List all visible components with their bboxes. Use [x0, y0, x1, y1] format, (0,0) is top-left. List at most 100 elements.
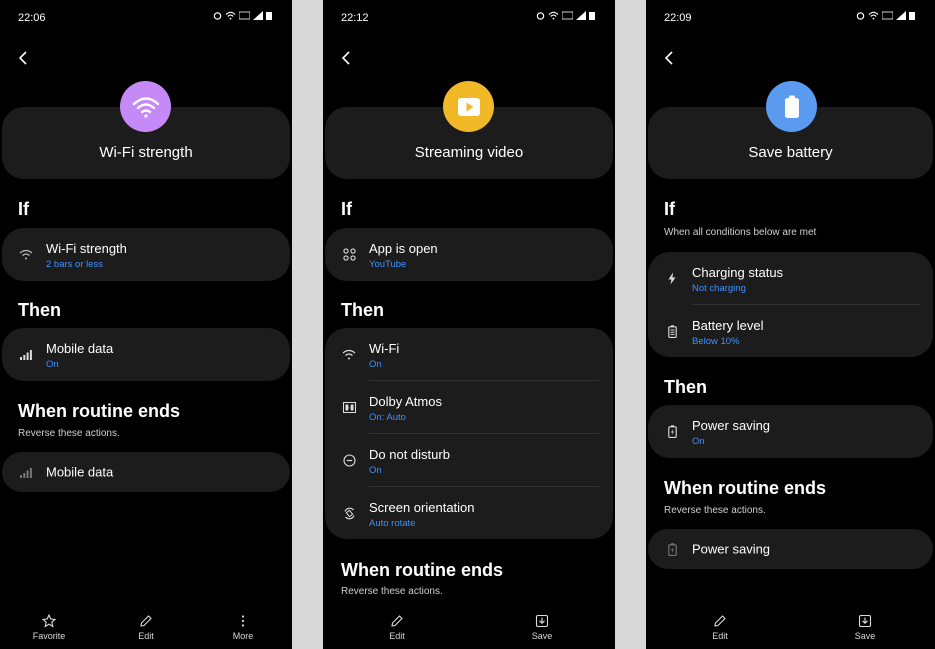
condition-label: App is open [369, 241, 438, 256]
if-card: App is open YouTube [325, 228, 613, 281]
then-card: Wi-Fi On Dolby Atmos On: Auto Do not dis… [325, 328, 613, 539]
then-card: Mobile data On [2, 328, 290, 381]
pencil-icon [714, 615, 726, 627]
action-screen-orientation[interactable]: Screen orientation Auto rotate [325, 487, 613, 540]
more-vert-icon [241, 615, 245, 627]
action-label: Do not disturb [369, 447, 450, 462]
routine-hero-icon [766, 81, 817, 132]
condition-value: YouTube [369, 259, 407, 270]
battery-icon [664, 324, 680, 340]
signal-status-icon [253, 11, 263, 20]
ends-heading: When routine ends [664, 478, 826, 498]
battery-saver-icon [664, 424, 680, 440]
edit-button[interactable]: Edit [116, 614, 176, 641]
volte-icon [882, 11, 893, 20]
volte-icon [239, 11, 250, 20]
rotate-icon [341, 506, 357, 522]
back-arrow-icon[interactable] [337, 48, 357, 68]
action-dolby-atmos[interactable]: Dolby Atmos On: Auto [325, 381, 613, 434]
if-heading: If [341, 199, 352, 219]
status-bar: 22:09 [646, 0, 935, 34]
edit-button[interactable]: Edit [367, 614, 427, 641]
wifi-icon [341, 347, 357, 363]
save-button[interactable]: Save [835, 614, 895, 641]
alarm-icon [536, 12, 545, 20]
then-heading: Then [341, 300, 384, 320]
wifi-weak-icon [18, 247, 34, 263]
save-label: Save [854, 631, 876, 641]
wifi-status-icon [225, 11, 236, 20]
battery-saver-icon [664, 541, 680, 557]
bottom-nav: Edit Save [323, 607, 615, 649]
save-label: Save [531, 631, 553, 641]
reverse-label: Power saving [692, 541, 771, 557]
back-arrow-icon[interactable] [14, 48, 34, 68]
reverse-power-saving[interactable]: Power saving [648, 529, 933, 569]
condition-wifi-strength[interactable]: Wi-Fi strength 2 bars or less [2, 228, 290, 281]
phone-save-battery: 22:09 Save battery If When all condition… [646, 0, 935, 649]
reverse-label: Mobile data [46, 464, 114, 480]
condition-label: Battery level [692, 318, 764, 333]
signal-icon [18, 347, 34, 363]
action-do-not-disturb[interactable]: Do not disturb On [325, 434, 613, 487]
action-mobile-data[interactable]: Mobile data On [2, 328, 290, 381]
routine-title: Wi-Fi strength [99, 144, 193, 161]
status-icons [856, 11, 915, 20]
if-subtitle: When all conditions below are met [664, 227, 817, 238]
routine-title: Save battery [748, 144, 833, 161]
routine-title: Streaming video [414, 144, 524, 161]
favorite-label: Favorite [32, 631, 66, 641]
condition-label: Charging status [692, 265, 784, 280]
back-arrow-icon[interactable] [660, 48, 680, 68]
condition-value: Not charging [692, 283, 746, 294]
action-value: On [369, 359, 382, 370]
favorite-button[interactable]: Favorite [19, 614, 79, 641]
if-card: Wi-Fi strength 2 bars or less [2, 228, 290, 281]
status-time: 22:12 [341, 12, 369, 24]
pencil-icon [140, 615, 152, 627]
ends-heading: When routine ends [18, 401, 180, 421]
status-time: 22:09 [664, 12, 692, 24]
condition-charging-status[interactable]: Charging status Not charging [648, 252, 933, 305]
save-icon [858, 614, 872, 628]
signal-icon [18, 464, 34, 480]
action-wifi[interactable]: Wi-Fi On [325, 328, 613, 381]
star-icon [42, 614, 56, 628]
condition-battery-level[interactable]: Battery level Below 10% [648, 305, 933, 358]
edit-button[interactable]: Edit [690, 614, 750, 641]
condition-value: Below 10% [692, 336, 740, 347]
alarm-icon [213, 12, 222, 20]
routine-hero-icon [443, 81, 494, 132]
action-power-saving[interactable]: Power saving On [648, 405, 933, 458]
edit-label: Edit [389, 631, 405, 641]
ends-subtitle: Reverse these actions. [341, 586, 443, 597]
alarm-icon [856, 12, 865, 20]
if-card: Charging status Not charging Battery lev… [648, 252, 933, 357]
action-value: On: Auto [369, 412, 406, 423]
wifi-status-icon [548, 11, 559, 20]
battery-icon [784, 95, 799, 118]
status-icons [213, 11, 272, 20]
ends-card: Power saving [648, 529, 933, 569]
more-button[interactable]: More [213, 614, 273, 641]
battery-status-icon [909, 12, 915, 20]
condition-label: Wi-Fi strength [46, 241, 127, 256]
bottom-nav: Edit Save [646, 607, 935, 649]
ends-heading: When routine ends [341, 560, 503, 580]
dnd-icon [341, 453, 357, 469]
dolby-icon [341, 400, 357, 416]
save-button[interactable]: Save [512, 614, 572, 641]
phone-streaming-video: 22:12 Streaming video If App is open You… [323, 0, 615, 649]
status-bar: 22:12 [323, 0, 615, 34]
signal-status-icon [896, 11, 906, 20]
wifi-status-icon [868, 11, 879, 20]
signal-status-icon [576, 11, 586, 20]
action-label: Screen orientation [369, 500, 475, 515]
reverse-mobile-data[interactable]: Mobile data [2, 452, 290, 492]
battery-status-icon [266, 12, 272, 20]
condition-app-open[interactable]: App is open YouTube [325, 228, 613, 281]
action-value: On [692, 436, 705, 447]
action-value: On [369, 465, 382, 476]
action-value: On [46, 359, 59, 370]
action-label: Dolby Atmos [369, 394, 442, 409]
